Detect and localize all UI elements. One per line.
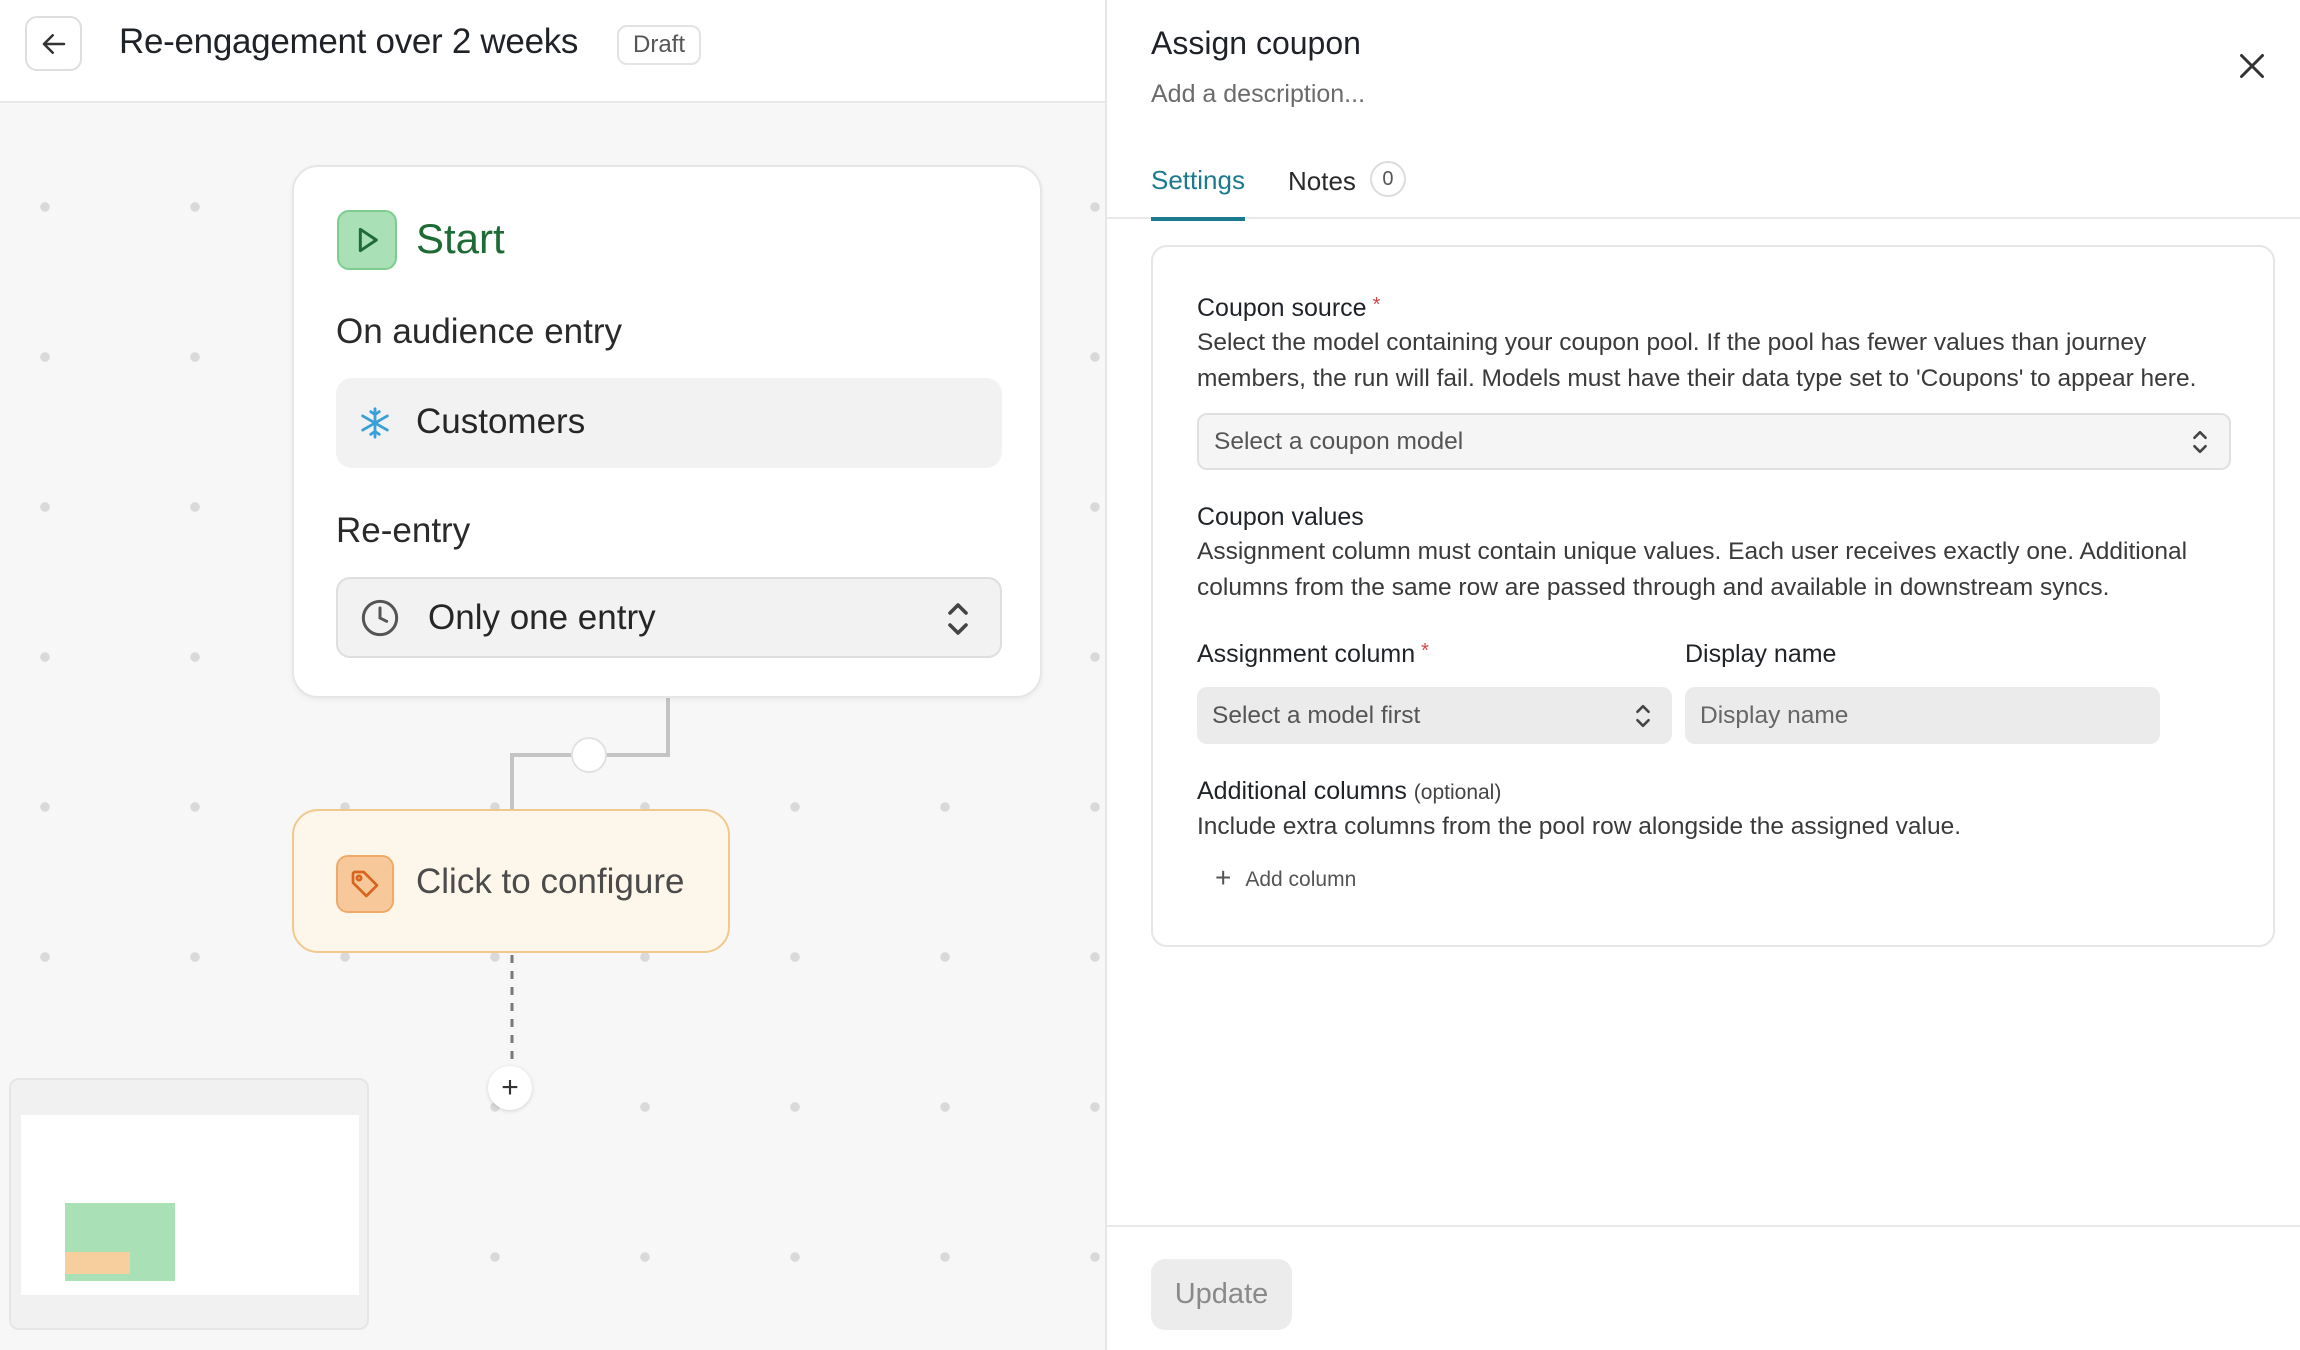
close-icon[interactable] [2234,48,2270,84]
start-node[interactable]: Start On audience entry Customers Re-ent… [292,165,1042,698]
notes-count-badge: 0 [1369,161,1406,197]
update-button[interactable]: Update [1151,1259,1292,1330]
coupon-values-help: Assignment column must contain unique va… [1197,538,2188,601]
panel-title: Assign coupon [1151,25,1361,61]
connector-handle[interactable] [571,737,607,773]
settings-card: Coupon source * Select the model containi… [1151,245,2275,947]
reentry-label: Re-entry [336,511,471,550]
plus-icon: + [1215,862,1232,893]
tag-icon [336,855,394,913]
reentry-value: Only one entry [428,598,656,637]
journey-header: Re-engagement over 2 weeks Draft [0,0,1105,103]
required-marker: * [1421,640,1429,662]
additional-columns-label: Additional columns (optional) [1197,777,1502,805]
snowflake-icon [361,407,389,439]
add-column-button[interactable]: + Add column [1215,862,1357,894]
status-badge: Draft [617,25,702,65]
node-config-panel: Assign coupon Add a description... Setti… [1105,0,2300,1350]
assignment-column-placeholder: Select a model first [1212,701,1421,729]
chevron-updown-icon [948,603,968,635]
minimap-viewport [21,1115,359,1295]
tab-notes[interactable]: Notes 0 [1288,161,1406,197]
display-name-input[interactable]: Display name [1685,687,2160,744]
assign-coupon-node[interactable]: Click to configure [292,809,730,953]
optional-hint: (optional) [1413,781,1502,804]
display-name-placeholder: Display name [1700,701,1849,729]
play-icon [337,210,397,270]
assignment-column-label: Assignment column * [1197,640,1429,668]
tab-notes-label: Notes [1288,165,1356,196]
coupon-model-placeholder: Select a coupon model [1214,427,1464,455]
audience-entry-label: On audience entry [336,312,623,351]
add-step-button[interactable]: + [488,1066,532,1110]
add-column-label: Add column [1245,867,1357,891]
coupon-source-label: Coupon source * [1197,294,1381,322]
coupon-values-label: Coupon values [1197,503,1364,531]
chevron-updown-icon [1636,704,1650,727]
panel-footer: Update [1107,1225,2300,1350]
coupon-source-help: Select the model containing your coupon … [1197,329,2197,392]
back-button[interactable] [25,16,82,71]
additional-columns-help: Include extra columns from the pool row … [1197,813,1962,840]
tab-settings[interactable]: Settings [1151,165,1245,221]
coupon-model-select[interactable]: Select a coupon model [1197,413,2231,470]
chevron-updown-icon [2193,430,2207,453]
minimap[interactable] [9,1078,369,1330]
journey-canvas[interactable]: Re-engagement over 2 weeks Draft Start O… [0,0,1105,1350]
required-marker: * [1372,294,1381,316]
audience-selector[interactable]: Customers [336,378,1002,468]
clock-icon [361,599,399,637]
assignment-column-select[interactable]: Select a model first [1197,687,1672,744]
display-name-label: Display name [1685,640,1837,668]
journey-title: Re-engagement over 2 weeks [119,22,579,61]
audience-name: Customers [416,402,586,441]
reentry-select[interactable]: Only one entry [336,577,1002,658]
panel-tabs: Settings Notes 0 [1107,150,2300,221]
node-configure-label: Click to configure [416,862,685,901]
arrow-left-icon [42,33,65,54]
minimap-coupon-node [65,1252,130,1274]
description-input[interactable]: Add a description... [1151,80,1365,109]
start-node-title: Start [416,215,505,262]
